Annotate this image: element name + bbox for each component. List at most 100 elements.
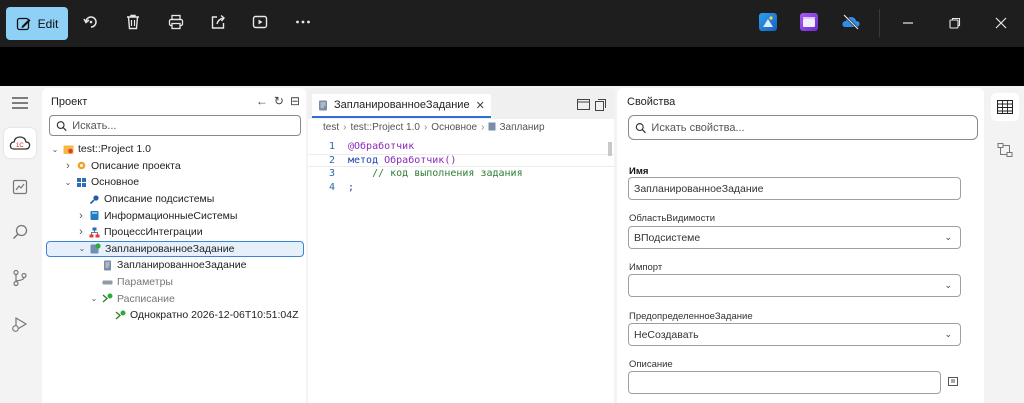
photos-editor-app-icon[interactable]	[759, 13, 777, 31]
scope-select[interactable]: ВПодсистеме ⌄	[628, 226, 961, 249]
chevron-down-icon[interactable]: ⌄	[63, 177, 73, 187]
open-file-icon[interactable]	[595, 99, 606, 111]
edit-icon	[16, 17, 31, 30]
share-icon[interactable]	[207, 11, 229, 33]
right-rail	[986, 86, 1024, 403]
toolbar-separator	[879, 9, 880, 37]
name-field[interactable]: ЗапланированноеЗадание	[628, 177, 961, 200]
editor-tab-label: ЗапланированноеЗадание	[334, 99, 470, 111]
clipchamp-app-icon[interactable]	[800, 13, 818, 31]
minimize-icon[interactable]	[897, 12, 919, 34]
tree-item[interactable]: ⌄ ЗапланированноеЗадание	[46, 240, 304, 258]
activity-bar: 1C	[0, 86, 40, 403]
tree-item[interactable]: Описание подсистемы	[46, 191, 304, 208]
chevron-down-icon[interactable]: ⌄	[50, 144, 60, 154]
tree-item-label: ИнформационныеСистемы	[104, 209, 238, 222]
properties-table-icon[interactable]	[993, 95, 1017, 119]
close-window-icon[interactable]	[990, 12, 1012, 34]
refresh-icon[interactable]: ↻	[274, 94, 284, 108]
metadata-icon[interactable]	[8, 175, 32, 199]
tree-item[interactable]: ⌄ test::Project 1.0	[46, 141, 304, 158]
tree-item[interactable]: › ПроцессИнтеграции	[46, 224, 304, 241]
tree-item-label: Однократно 2026-12-06T10:51:04Z	[130, 309, 299, 322]
restore-icon[interactable]	[944, 12, 966, 34]
edit-button[interactable]: Edit	[6, 7, 68, 40]
predefined-label: ПредопределенноеЗадание	[629, 311, 753, 322]
edit-description-icon[interactable]	[948, 377, 960, 391]
project-search-input[interactable]	[72, 119, 300, 132]
chevron-right-icon[interactable]: ›	[63, 160, 73, 172]
tree-item[interactable]: › Описание проекта	[46, 158, 304, 175]
name-label: Имя	[629, 166, 649, 177]
key-icon	[89, 194, 100, 205]
tree-item-label: Описание подсистемы	[104, 193, 215, 206]
description-field[interactable]	[628, 371, 941, 394]
book-icon	[89, 210, 100, 221]
delete-icon[interactable]	[122, 11, 144, 33]
description-label: Описание	[629, 359, 673, 370]
print-icon[interactable]	[165, 11, 187, 33]
breadcrumb-separator: ›	[423, 122, 428, 133]
editor-tab[interactable]: ЗапланированноеЗадание ✕	[312, 94, 491, 118]
breadcrumb: test › test::Project 1.0 › Основное › Запланир	[323, 122, 545, 133]
chevron-right-icon[interactable]: ›	[76, 210, 86, 222]
code-text: @Обработчик	[348, 141, 414, 152]
tree-item[interactable]: ⌄ Основное	[46, 174, 304, 191]
line-number: 3	[328, 168, 335, 180]
code-token: Обработчик()	[384, 154, 457, 166]
code-token: ;	[348, 181, 355, 193]
module-file-icon	[488, 122, 499, 133]
tree-item-label: Расписание	[117, 292, 175, 305]
tree-item[interactable]: › ИнформационныеСистемы	[46, 207, 304, 224]
tree-item[interactable]: ЗапланированноеЗадание	[46, 257, 304, 274]
chevron-down-icon[interactable]: ⌄	[77, 244, 87, 254]
code-line[interactable]: 3 // код выполнения задания	[308, 167, 614, 181]
breadcrumb-item[interactable]: Запланир	[499, 122, 544, 133]
tree-item[interactable]: Однократно 2026-12-06T10:51:04Z	[46, 307, 304, 324]
project-icon	[63, 144, 74, 155]
image-backdrop	[0, 47, 1024, 86]
breadcrumb-separator: ›	[481, 122, 485, 133]
predefined-select[interactable]: НеСоздавать ⌄	[628, 323, 961, 346]
collapse-all-icon[interactable]: ⊟	[290, 94, 300, 108]
properties-search-input[interactable]	[651, 121, 977, 134]
search-icon[interactable]	[8, 220, 32, 244]
onedrive-offline-icon[interactable]	[841, 13, 860, 31]
close-tab-icon[interactable]: ✕	[476, 99, 485, 112]
rotate-icon[interactable]	[80, 11, 102, 33]
breadcrumb-item[interactable]: Основное	[431, 122, 477, 133]
line-number: 4	[328, 181, 335, 193]
ide-window: 1C Проект ← ↻ ⊟ ⌄test::Project 1.0›Описа…	[0, 86, 1024, 403]
search-icon	[56, 120, 67, 131]
code-line[interactable]: 1 @Обработчик	[308, 140, 614, 154]
cloud-1c-icon[interactable]: 1C	[8, 131, 32, 155]
tree-item[interactable]: ⌄ Расписание	[46, 290, 304, 307]
process-icon	[89, 227, 100, 238]
tree-item[interactable]: Параметры	[46, 274, 304, 291]
collapse-left-icon[interactable]: ←	[256, 94, 268, 108]
run-debug-icon[interactable]	[8, 312, 32, 336]
more-icon[interactable]	[292, 11, 314, 33]
structure-icon[interactable]	[993, 138, 1017, 162]
split-editor-icon[interactable]	[577, 99, 590, 110]
project-search[interactable]	[49, 115, 301, 136]
schedule-icon	[102, 293, 113, 304]
menu-icon[interactable]	[8, 91, 32, 115]
chevron-down-icon[interactable]: ⌄	[89, 294, 99, 304]
module-icon	[102, 260, 113, 271]
editor-actions	[577, 99, 606, 111]
breadcrumb-item[interactable]: test::Project 1.0	[350, 122, 419, 133]
code-editor[interactable]: 1 @Обработчик 2 метод Обработчик() 3 // код …	[308, 140, 614, 194]
task-icon	[90, 243, 101, 254]
slideshow-icon[interactable]	[249, 11, 271, 33]
import-select[interactable]: ⌄	[628, 274, 961, 297]
source-control-icon[interactable]	[8, 266, 32, 290]
edit-label: Edit	[37, 16, 59, 31]
code-line[interactable]: 4;	[308, 181, 614, 195]
breadcrumb-item[interactable]: test	[323, 122, 339, 133]
code-line[interactable]: 2 метод Обработчик()	[308, 153, 614, 167]
chevron-right-icon[interactable]: ›	[76, 226, 86, 238]
properties-search[interactable]	[628, 115, 978, 140]
scroll-marker	[608, 142, 612, 156]
